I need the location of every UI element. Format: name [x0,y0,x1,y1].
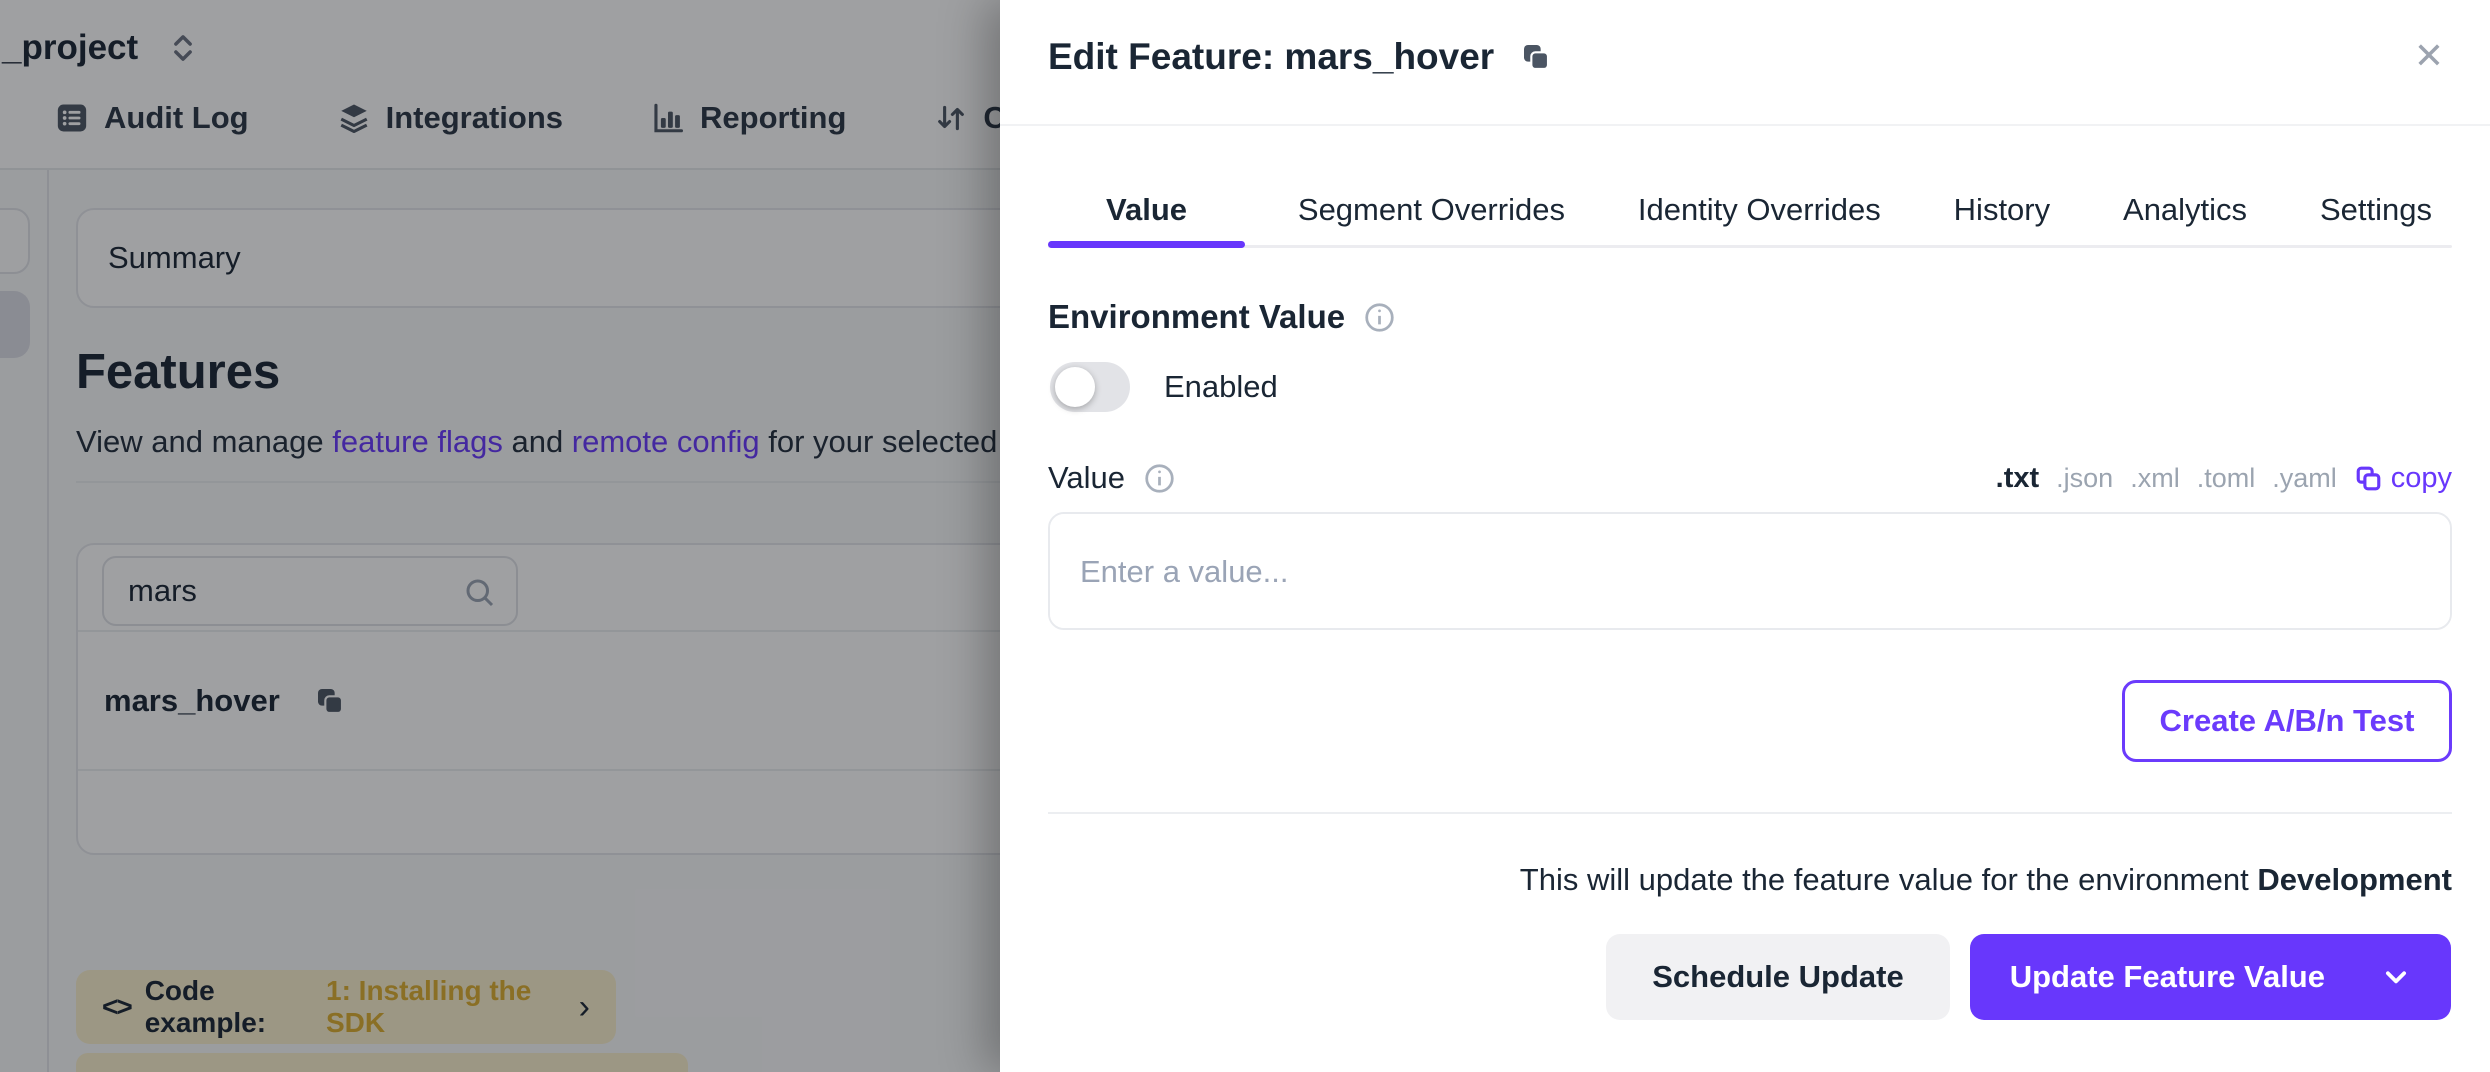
copy-icon [2354,464,2383,493]
info-icon[interactable] [1143,462,1176,495]
toggle-knob [1055,367,1095,407]
tab-value[interactable]: Value [1048,172,1245,248]
create-abn-test-button[interactable]: Create A/B/n Test [2122,680,2452,762]
format-txt[interactable]: .txt [1996,462,2040,495]
copy-value-link[interactable]: copy [2354,462,2452,495]
drawer-footer-divider [1048,812,2452,814]
chevron-down-icon[interactable] [2381,962,2411,992]
drawer-tabs: Value Segment Overrides Identity Overrid… [1048,172,2452,248]
drawer-header-divider [1000,124,2490,126]
enabled-toggle[interactable] [1050,362,1130,412]
format-group: .txt .json .xml .toml .yaml copy [1996,462,2452,495]
tab-label: Identity Overrides [1638,192,1881,228]
enabled-toggle-row: Enabled [1050,362,1278,412]
footer-message-text: This will update the feature value for t… [1520,862,2258,897]
tab-label: Segment Overrides [1298,192,1565,228]
update-feature-value-button[interactable]: Update Feature Value [1970,934,2451,1020]
format-xml[interactable]: .xml [2130,463,2180,494]
value-label-group: Value [1048,460,1176,496]
environment-name: Development [2257,862,2452,897]
footer-message: This will update the feature value for t… [1048,862,2452,898]
edit-feature-drawer: Edit Feature: mars_hover ✕ Value Segment… [1000,0,2490,1072]
tab-analytics[interactable]: Analytics [2103,172,2267,248]
value-label: Value [1048,460,1125,496]
environment-value-title: Environment Value [1048,298,1345,336]
value-input[interactable] [1048,512,2452,630]
tab-segment-overrides[interactable]: Segment Overrides [1278,172,1585,248]
format-yaml[interactable]: .yaml [2272,463,2337,494]
copy-icon[interactable] [1520,41,1552,73]
environment-value-heading: Environment Value [1048,298,1396,336]
tab-history[interactable]: History [1934,172,2070,248]
tab-label: Analytics [2123,192,2247,228]
copy-label: copy [2391,462,2452,495]
schedule-update-button[interactable]: Schedule Update [1606,934,1950,1020]
info-icon[interactable] [1363,301,1396,334]
update-button-label: Update Feature Value [2010,959,2325,995]
toggle-label: Enabled [1164,369,1278,405]
tab-label: Value [1106,192,1187,228]
tab-identity-overrides[interactable]: Identity Overrides [1618,172,1901,248]
format-toml[interactable]: .toml [2197,463,2256,494]
drawer-title-text: Edit Feature: mars_hover [1048,36,1494,78]
tab-settings[interactable]: Settings [2300,172,2452,248]
format-json[interactable]: .json [2056,463,2113,494]
tab-label: History [1954,192,2050,228]
drawer-title: Edit Feature: mars_hover [1048,36,1552,78]
footer-buttons: Schedule Update Update Feature Value [1606,934,2451,1020]
close-icon[interactable]: ✕ [2414,38,2444,74]
tab-label: Settings [2320,192,2432,228]
value-header-row: Value .txt .json .xml .toml .yaml copy [1048,452,2452,504]
